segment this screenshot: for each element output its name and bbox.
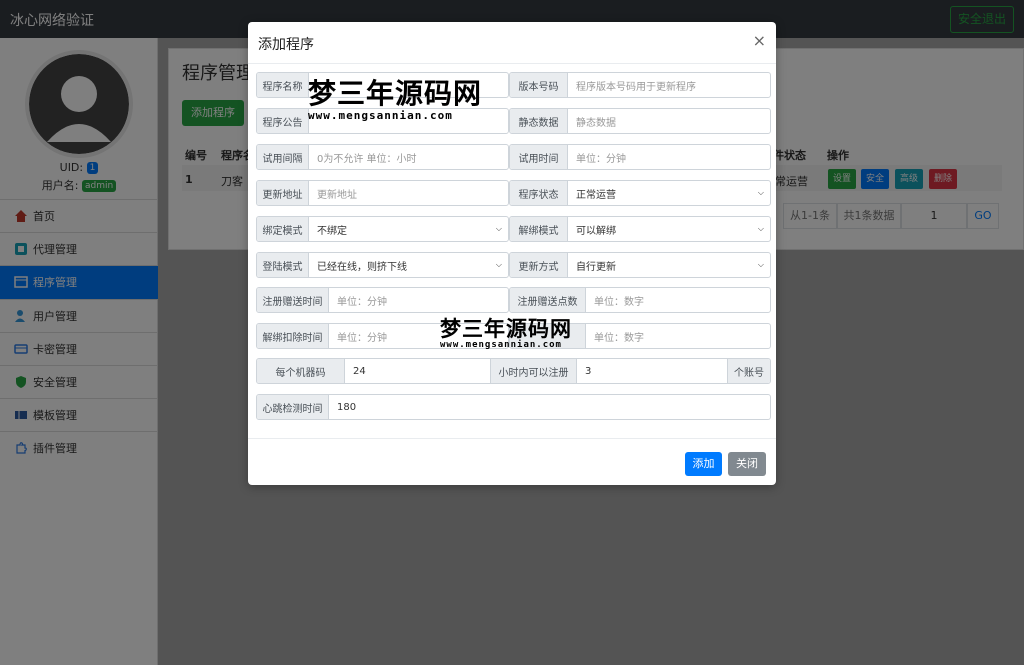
chevron-down-icon: ⌵ <box>757 188 764 197</box>
program-name-group: 程序名称 <box>256 72 509 98</box>
hours-register-input[interactable]: 3 <box>577 359 727 383</box>
trial-interval-label: 试用间隔 <box>257 145 309 169</box>
program-status-label: 程序状态 <box>510 181 568 205</box>
modal-title: 添加程序 <box>258 37 314 53</box>
heartbeat-group: 心跳检测时间 180 <box>256 394 771 420</box>
bind-mode-select[interactable]: 不绑定 ⌵ <box>309 217 508 241</box>
chevron-down-icon: ⌵ <box>495 224 502 233</box>
add-button[interactable]: 添加 <box>685 452 722 476</box>
unbind-deduct-points-input[interactable]: 单位：数字 <box>586 324 770 348</box>
accounts-suffix: 个账号 <box>727 359 770 383</box>
unbind-deduct-time-group: 解绑扣除时间 单位：分钟 <box>256 323 509 349</box>
unbind-mode-select[interactable]: 可以解绑 ⌵ <box>568 217 770 241</box>
form-row: 注册赠送时间 单位：分钟 注册赠送点数 单位：数字 <box>256 287 771 313</box>
update-url-group: 更新地址 更新地址 <box>256 180 509 206</box>
unbind-deduct-time-label: 解绑扣除时间 <box>257 324 329 348</box>
form-row: 登陆模式 已经在线，则挤下线 ⌵ 更新方式 自行更新 ⌵ <box>256 252 771 278</box>
unbind-deduct-points-label <box>510 324 586 348</box>
update-mode-group: 更新方式 自行更新 ⌵ <box>509 252 771 278</box>
version-group: 版本号码 程序版本号码用于更新程序 <box>509 72 771 98</box>
notice-input[interactable] <box>309 109 508 133</box>
heartbeat-input[interactable]: 180 <box>329 395 770 419</box>
form-row: 程序公告 静态数据 静态数据 <box>256 108 771 134</box>
login-mode-select[interactable]: 已经在线，则挤下线 ⌵ <box>309 253 508 277</box>
reg-gift-time-group: 注册赠送时间 单位：分钟 <box>256 287 509 313</box>
form-row: 试用间隔 0为不允许 单位：小时 试用时间 单位：分钟 <box>256 144 771 170</box>
unbind-deduct-points-group: 单位：数字 <box>509 323 771 349</box>
trial-time-group: 试用时间 单位：分钟 <box>509 144 771 170</box>
reg-gift-points-group: 注册赠送点数 单位：数字 <box>509 287 771 313</box>
bind-mode-group: 绑定模式 不绑定 ⌵ <box>256 216 509 242</box>
program-status-select[interactable]: 正常运营 ⌵ <box>568 181 770 205</box>
reg-gift-time-input[interactable]: 单位：分钟 <box>329 288 508 312</box>
reg-gift-time-label: 注册赠送时间 <box>257 288 329 312</box>
form-row: 绑定模式 不绑定 ⌵ 解绑模式 可以解绑 ⌵ <box>256 216 771 242</box>
static-data-label: 静态数据 <box>510 109 568 133</box>
heartbeat-label: 心跳检测时间 <box>257 395 329 419</box>
per-machine-input[interactable]: 24 <box>345 359 490 383</box>
form-row: 更新地址 更新地址 程序状态 正常运营 ⌵ <box>256 180 771 206</box>
chevron-down-icon: ⌵ <box>757 260 764 269</box>
modal-footer: 添加 关闭 <box>248 438 776 485</box>
unbind-mode-label: 解绑模式 <box>510 217 568 241</box>
notice-group: 程序公告 <box>256 108 509 134</box>
update-url-input[interactable]: 更新地址 <box>309 181 508 205</box>
form-row: 心跳检测时间 180 <box>256 394 771 420</box>
static-data-group: 静态数据 静态数据 <box>509 108 771 134</box>
login-mode-value: 已经在线，则挤下线 <box>317 261 407 273</box>
update-mode-select[interactable]: 自行更新 ⌵ <box>568 253 770 277</box>
form-row: 解绑扣除时间 单位：分钟 单位：数字 <box>256 323 771 349</box>
update-mode-label: 更新方式 <box>510 253 568 277</box>
login-mode-label: 登陆模式 <box>257 253 309 277</box>
version-input[interactable]: 程序版本号码用于更新程序 <box>568 73 770 97</box>
per-machine-label: 每个机器码 <box>257 359 345 383</box>
program-name-input[interactable] <box>309 73 508 97</box>
reg-gift-points-input[interactable]: 单位：数字 <box>586 288 770 312</box>
program-name-label: 程序名称 <box>257 73 309 97</box>
unbind-mode-group: 解绑模式 可以解绑 ⌵ <box>509 216 771 242</box>
close-icon[interactable]: × <box>753 33 766 49</box>
version-label: 版本号码 <box>510 73 568 97</box>
form-row: 程序名称 版本号码 程序版本号码用于更新程序 <box>256 72 771 98</box>
update-mode-value: 自行更新 <box>576 261 616 273</box>
unbind-mode-value: 可以解绑 <box>576 225 616 237</box>
trial-interval-group: 试用间隔 0为不允许 单位：小时 <box>256 144 509 170</box>
chevron-down-icon: ⌵ <box>495 260 502 269</box>
notice-label: 程序公告 <box>257 109 309 133</box>
program-status-value: 正常运营 <box>576 189 616 201</box>
hours-register-label: 小时内可以注册 <box>490 359 577 383</box>
program-status-group: 程序状态 正常运营 ⌵ <box>509 180 771 206</box>
update-url-label: 更新地址 <box>257 181 309 205</box>
bind-mode-value: 不绑定 <box>317 225 347 237</box>
chevron-down-icon: ⌵ <box>757 224 764 233</box>
trial-interval-input[interactable]: 0为不允许 单位：小时 <box>309 145 508 169</box>
form-row: 每个机器码 24 小时内可以注册 3 个账号 <box>256 358 771 384</box>
trial-time-label: 试用时间 <box>510 145 568 169</box>
reg-gift-points-label: 注册赠送点数 <box>510 288 586 312</box>
login-mode-group: 登陆模式 已经在线，则挤下线 ⌵ <box>256 252 509 278</box>
bind-mode-label: 绑定模式 <box>257 217 309 241</box>
add-program-modal: 添加程序 × 程序名称 版本号码 程序版本号码用于更新程序 程序公告 静态数据 … <box>248 22 776 485</box>
trial-time-input[interactable]: 单位：分钟 <box>568 145 770 169</box>
register-limit-group: 每个机器码 24 小时内可以注册 3 个账号 <box>256 358 771 384</box>
modal-header: 添加程序 × <box>248 22 776 64</box>
unbind-deduct-time-input[interactable]: 单位：分钟 <box>329 324 508 348</box>
static-data-input[interactable]: 静态数据 <box>568 109 770 133</box>
close-button[interactable]: 关闭 <box>728 452 766 476</box>
